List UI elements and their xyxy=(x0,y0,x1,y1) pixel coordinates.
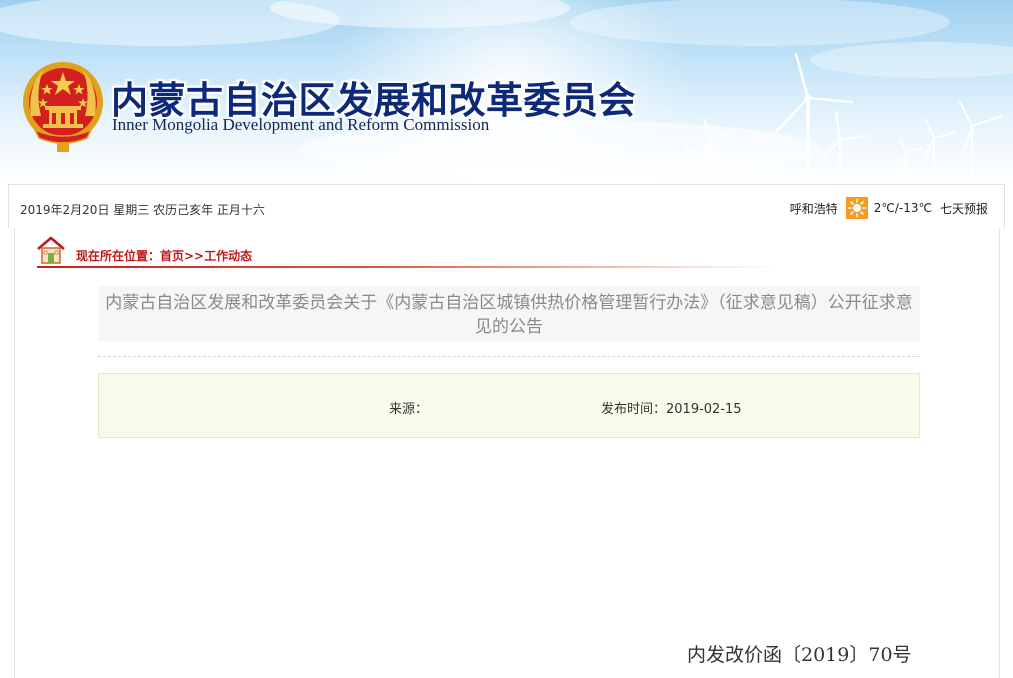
current-date: 2019年2月20日 星期三 农历己亥年 正月十六 xyxy=(20,203,265,217)
weather-city: 呼和浩特 xyxy=(789,201,838,216)
site-header: 内蒙古自治区发展和改革委员会 Inner Mongolia Developmen… xyxy=(0,0,1013,182)
article-title: 内蒙古自治区发展和改革委员会关于《内蒙古自治区城镇供热价格管理暂行办法》（征求意… xyxy=(98,286,920,341)
article-meta: 来源： 发布时间：2019-02-15 xyxy=(98,373,920,438)
content-frame: 现在所在位置：首页>>工作动态 内蒙古自治区发展和改革委员会关于《内蒙古自治区城… xyxy=(14,228,1000,678)
breadcrumb[interactable]: 现在所在位置：首页>>工作动态 xyxy=(76,247,252,264)
title-divider xyxy=(98,356,920,357)
document-number: 内发改价函〔2019〕70号 xyxy=(687,644,912,666)
info-bar: 2019年2月20日 星期三 农历己亥年 正月十六 呼和浩特 2℃/-13℃ 七… xyxy=(8,184,1005,228)
weather-widget: 呼和浩特 2℃/-13℃ 七天预报 xyxy=(790,197,988,219)
article-source: 来源： xyxy=(389,402,429,417)
wind-turbines-illustration xyxy=(634,52,1003,182)
home-icon xyxy=(37,236,65,264)
site-subtitle: Inner Mongolia Development and Reform Co… xyxy=(112,115,490,134)
article-publish-date: 发布时间：2019-02-15 xyxy=(601,402,742,417)
breadcrumb-divider xyxy=(37,266,777,268)
national-emblem-icon xyxy=(23,62,103,152)
sunny-icon xyxy=(845,197,868,219)
seven-day-forecast-link[interactable]: 七天预报 xyxy=(940,200,988,217)
weather-temperature: 2℃/-13℃ xyxy=(873,201,932,215)
